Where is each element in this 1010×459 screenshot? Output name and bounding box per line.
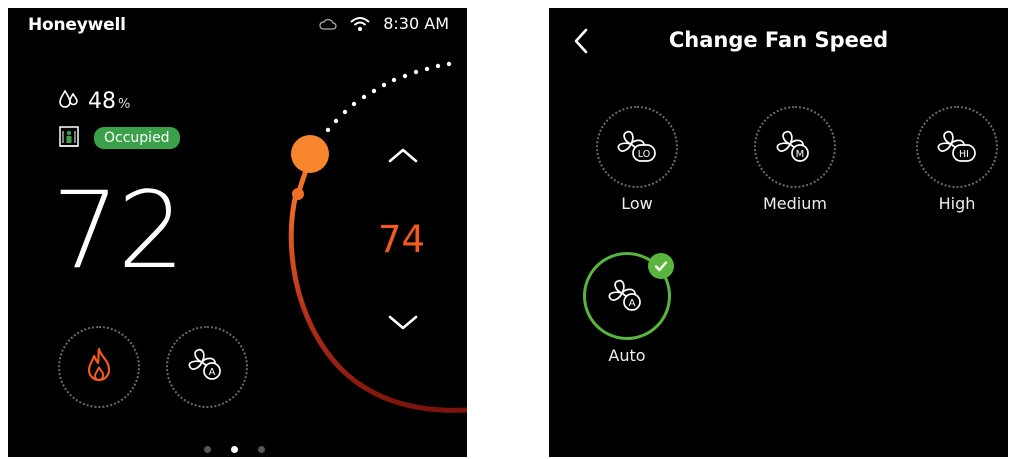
fan-auto-button[interactable]: A (583, 252, 674, 340)
heat-mode-button[interactable] (58, 326, 140, 408)
fan-mode-button[interactable]: A (166, 326, 248, 408)
humidity-unit: % (118, 96, 131, 112)
status-bar: 8:30 AM (319, 14, 449, 33)
wifi-icon (349, 16, 371, 32)
fan-option-label: Medium (763, 194, 827, 213)
fan-high-icon: HI (937, 130, 976, 162)
humidity-readout: 48 % (58, 88, 130, 114)
selected-check-icon (648, 253, 674, 279)
thermostat-home-screen: Honeywell 8:30 AM 48 % Occupied 72 74 A (8, 8, 467, 457)
setpoint-value: 74 (378, 218, 426, 261)
current-temperature: 72 (52, 169, 185, 292)
fan-auto-icon: A (184, 345, 230, 389)
fan-option-label: High (938, 194, 976, 213)
dial-dots (325, 61, 452, 133)
clock-time: 8:30 AM (383, 14, 449, 33)
fan-option-low[interactable]: LO Low (582, 106, 692, 213)
building-person-icon (58, 125, 80, 151)
brand-logo: Honeywell (28, 15, 126, 35)
fan-auto-icon: A (608, 279, 641, 311)
svg-text:LO: LO (638, 149, 650, 160)
fan-medium-button[interactable]: M (754, 106, 836, 188)
svg-text:M: M (796, 149, 805, 160)
page-title: Change Fan Speed (668, 28, 889, 52)
fan-option-auto[interactable]: A Auto (572, 252, 682, 365)
setpoint-down-button[interactable] (386, 311, 420, 333)
page-dot-active[interactable] (231, 446, 238, 453)
occupancy-status: Occupied (58, 125, 180, 151)
humidity-value: 48 (88, 88, 116, 114)
dial-knob (291, 135, 329, 173)
page-dot[interactable] (204, 446, 211, 453)
svg-text:A: A (629, 298, 636, 309)
page-dot[interactable] (258, 446, 265, 453)
flame-icon (85, 347, 113, 387)
cloud-icon (319, 18, 337, 30)
fan-option-medium[interactable]: M Medium (740, 106, 850, 213)
humidity-icon (58, 88, 80, 114)
setpoint-up-button[interactable] (386, 145, 420, 167)
fan-low-button[interactable]: LO (596, 106, 678, 188)
svg-text:HI: HI (959, 149, 969, 160)
fan-low-icon: LO (617, 130, 656, 162)
occupied-badge: Occupied (94, 127, 180, 149)
fan-option-high[interactable]: HI High (902, 106, 1008, 213)
fan-mode-badge: A (209, 367, 216, 378)
fan-speed-screen: Change Fan Speed LO Low M Medium HI High… (549, 8, 1008, 457)
page-indicator[interactable] (204, 446, 265, 453)
fan-medium-icon: M (776, 130, 809, 162)
fan-option-label: Low (621, 194, 653, 213)
fan-high-button[interactable]: HI (916, 106, 998, 188)
fan-option-label: Auto (608, 346, 646, 365)
